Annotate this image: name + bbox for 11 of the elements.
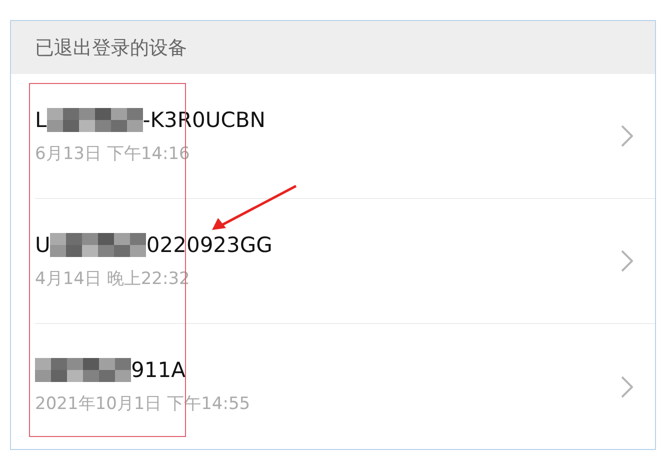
chevron-right-icon <box>621 376 633 398</box>
section-title: 已退出登录的设备 <box>35 36 187 60</box>
chevron-right-icon <box>621 250 633 272</box>
device-name-start: L <box>35 108 47 132</box>
arrow-icon <box>210 184 298 232</box>
blurred-text-icon <box>50 232 146 256</box>
chevron-right-icon <box>621 125 633 147</box>
device-name-start: U <box>35 232 50 256</box>
blurred-text-icon <box>35 358 131 382</box>
device-name-end: 911A <box>131 358 186 382</box>
blurred-text-icon <box>46 108 143 132</box>
